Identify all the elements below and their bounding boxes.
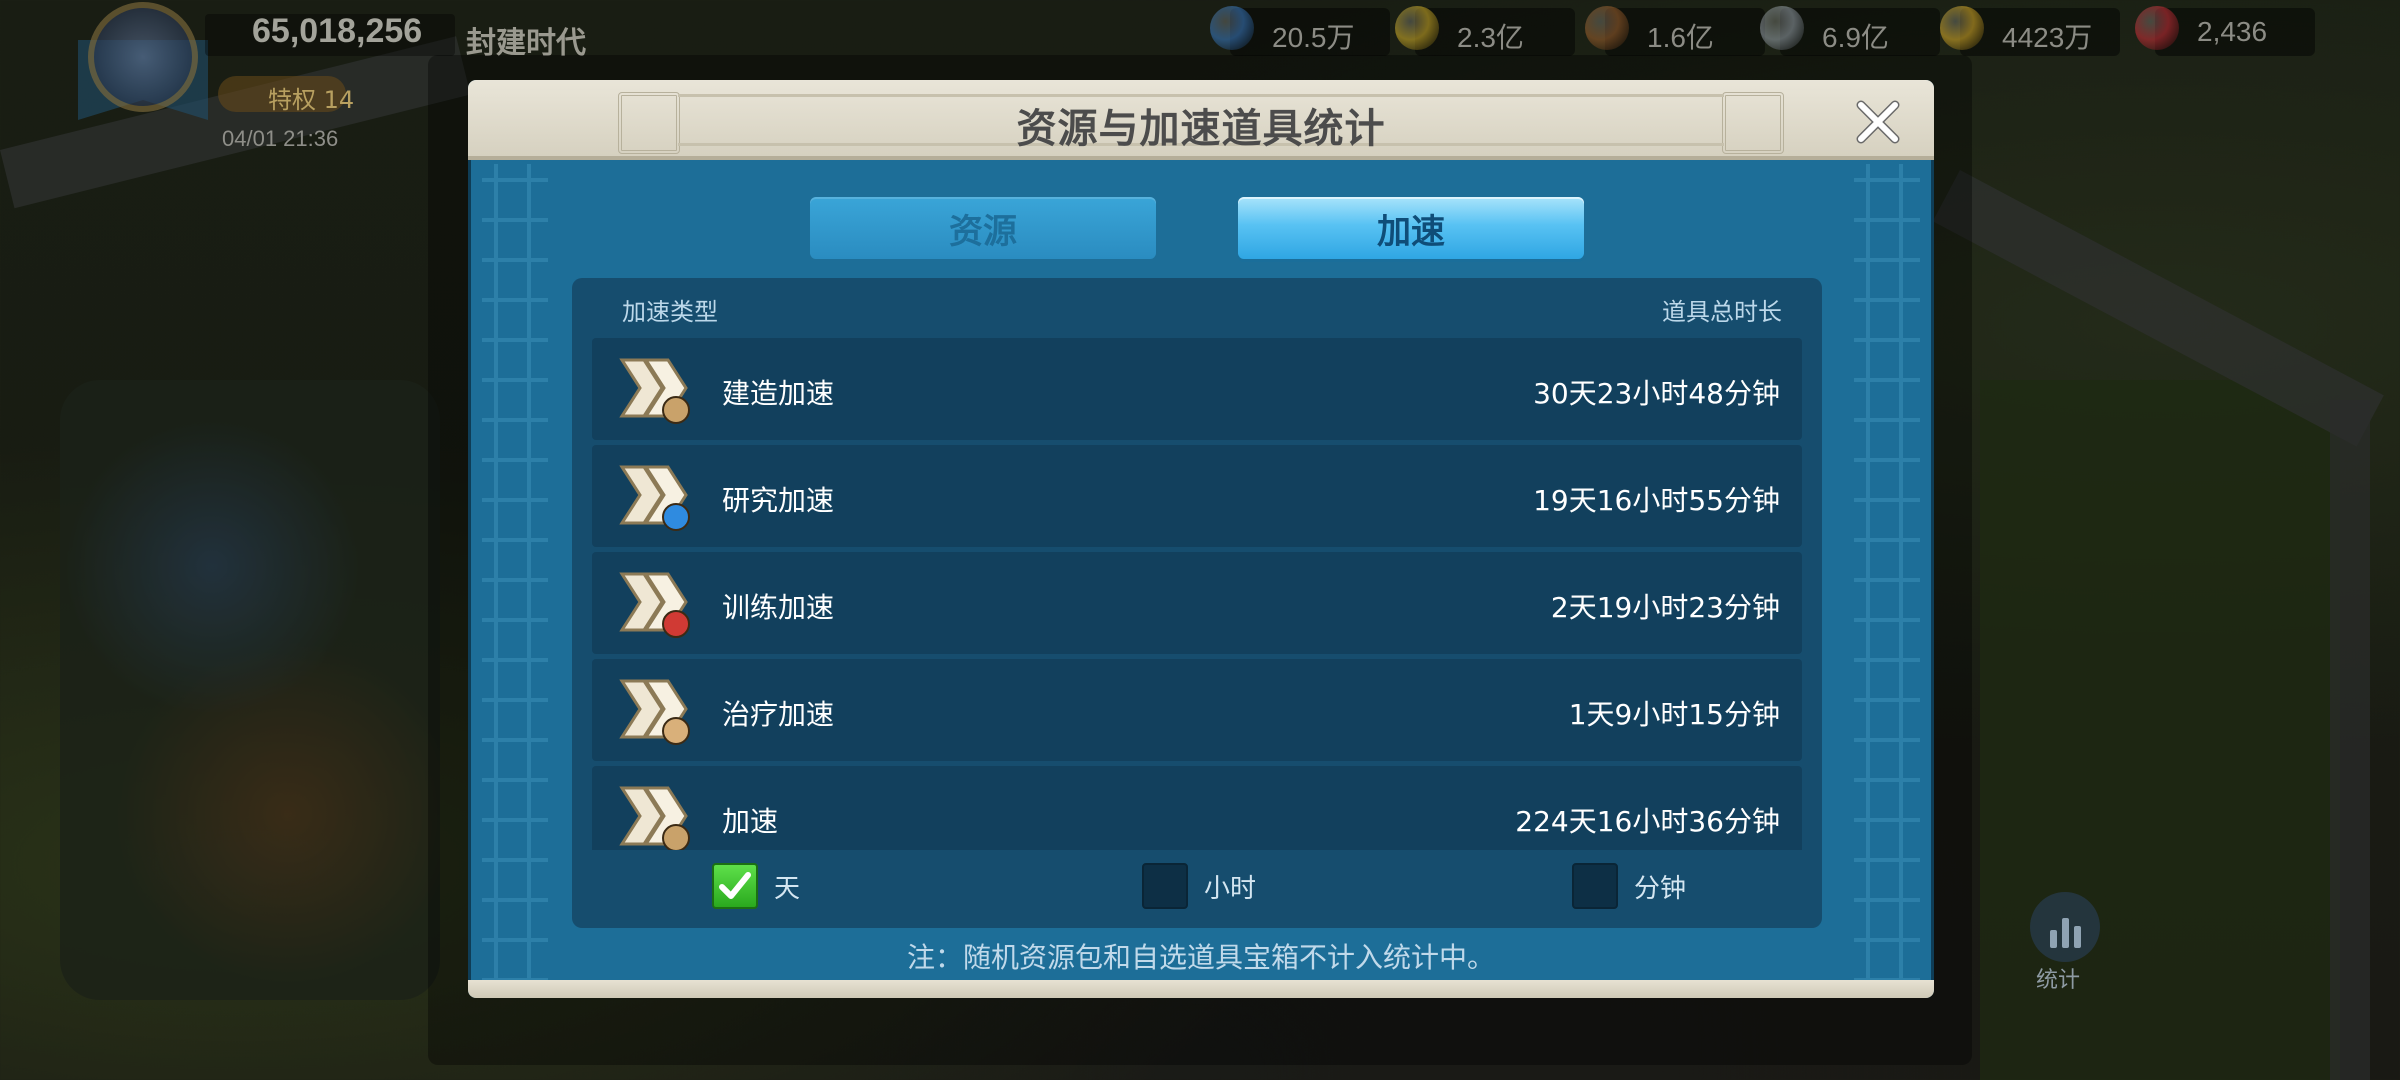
speedup-total: 2天19小时23分钟 [1550, 591, 1780, 624]
speedup-label: 建造加速 [722, 377, 835, 410]
unit-option-minute[interactable]: 分钟 [1572, 861, 1686, 911]
speedup-total: 30天23小时48分钟 [1533, 377, 1780, 410]
gem-blue-icon [1210, 6, 1254, 50]
column-header-total: 道具总时长 [1662, 298, 1782, 326]
minute-checkbox[interactable] [1572, 863, 1618, 909]
resource-value: 6.9亿 [1822, 22, 1889, 53]
speedup-item-icon [619, 465, 690, 531]
speedup-total: 19天16小时55分钟 [1533, 484, 1780, 517]
unit-option-day[interactable]: 天 [712, 861, 800, 911]
unit-label: 小时 [1204, 873, 1257, 904]
meander-border [482, 164, 548, 994]
resource-value: 4423万 [2002, 22, 2093, 53]
speedup-label: 治疗加速 [722, 698, 835, 731]
speedup-item-icon [619, 358, 690, 424]
speedup-label: 训练加速 [722, 591, 835, 624]
close-icon [1856, 100, 1900, 144]
speedup-item-icon [619, 572, 690, 638]
day-checkbox[interactable] [712, 863, 758, 909]
speedup-total: 224天16小时36分钟 [1515, 805, 1780, 838]
speedup-item-icon [619, 679, 690, 745]
game-time: 04/01 21:36 [222, 126, 339, 151]
resource-value: 2,436 [2197, 16, 2268, 47]
unit-label: 分钟 [1634, 873, 1687, 904]
speedup-row: 治疗加速 1天9小时15分钟 [592, 659, 1802, 761]
wood-log-icon [1585, 6, 1629, 50]
stats-icon [2061, 918, 2069, 948]
resource-value: 1.6亿 [1647, 22, 1714, 53]
column-header-type: 加速类型 [622, 298, 718, 326]
modal-title: 资源与加速道具统计 [1016, 106, 1386, 152]
power-value: 65,018,256 [252, 12, 423, 50]
stats-icon [2049, 930, 2057, 948]
speedup-item-icon [619, 786, 690, 850]
speedup-total: 1天9小时15分钟 [1568, 698, 1780, 731]
speedup-row: 训练加速 2天19小时23分钟 [592, 552, 1802, 654]
resource-value: 20.5万 [1272, 22, 1355, 53]
food-corn-icon [1395, 6, 1439, 50]
stats-button[interactable] [2030, 892, 2100, 962]
modal-footer-edge [468, 980, 1934, 998]
tab-speedups[interactable]: 加速 [1238, 197, 1584, 259]
tab-resources[interactable]: 资源 [810, 197, 1156, 259]
hour-checkbox[interactable] [1142, 863, 1188, 909]
unit-option-hour[interactable]: 小时 [1142, 861, 1256, 911]
speedup-row: 建造加速 30天23小时48分钟 [592, 338, 1802, 440]
stats-label: 统计 [2036, 968, 2081, 993]
unit-label: 天 [774, 873, 801, 904]
resource-value: 2.3亿 [1457, 22, 1524, 53]
vip-label: 特权 14 [268, 86, 355, 114]
stats-icon [2073, 926, 2081, 948]
stats-modal: 资源与加速道具统计 资源 加速 加速类型 道具总时长 建造加速 30天23小时48… [468, 80, 1934, 998]
ruby-gem-icon [2135, 6, 2179, 50]
speedup-label: 加速 [722, 805, 779, 838]
speedup-label: 研究加速 [722, 484, 835, 517]
speedup-row: 研究加速 19天16小时55分钟 [592, 445, 1802, 547]
meander-border [1854, 164, 1920, 994]
speedup-panel: 加速类型 道具总时长 建造加速 30天23小时48分钟研究加速 19天16小时55分… [572, 278, 1822, 928]
modal-header: 资源与加速道具统计 [468, 80, 1934, 160]
gold-coin-icon [1940, 6, 1984, 50]
speedup-row: 加速 224天16小时36分钟 [592, 766, 1802, 850]
footnote: 注：随机资源包和自选道具宝箱不计入统计中。 [906, 941, 1495, 974]
avatar[interactable] [88, 2, 198, 112]
checkmark-icon [719, 872, 751, 899]
speedup-list[interactable]: 建造加速 30天23小时48分钟研究加速 19天16小时55分钟训练加速 2天19小时… [592, 338, 1802, 850]
close-button[interactable] [1848, 92, 1908, 152]
stone-icon [1760, 6, 1804, 50]
